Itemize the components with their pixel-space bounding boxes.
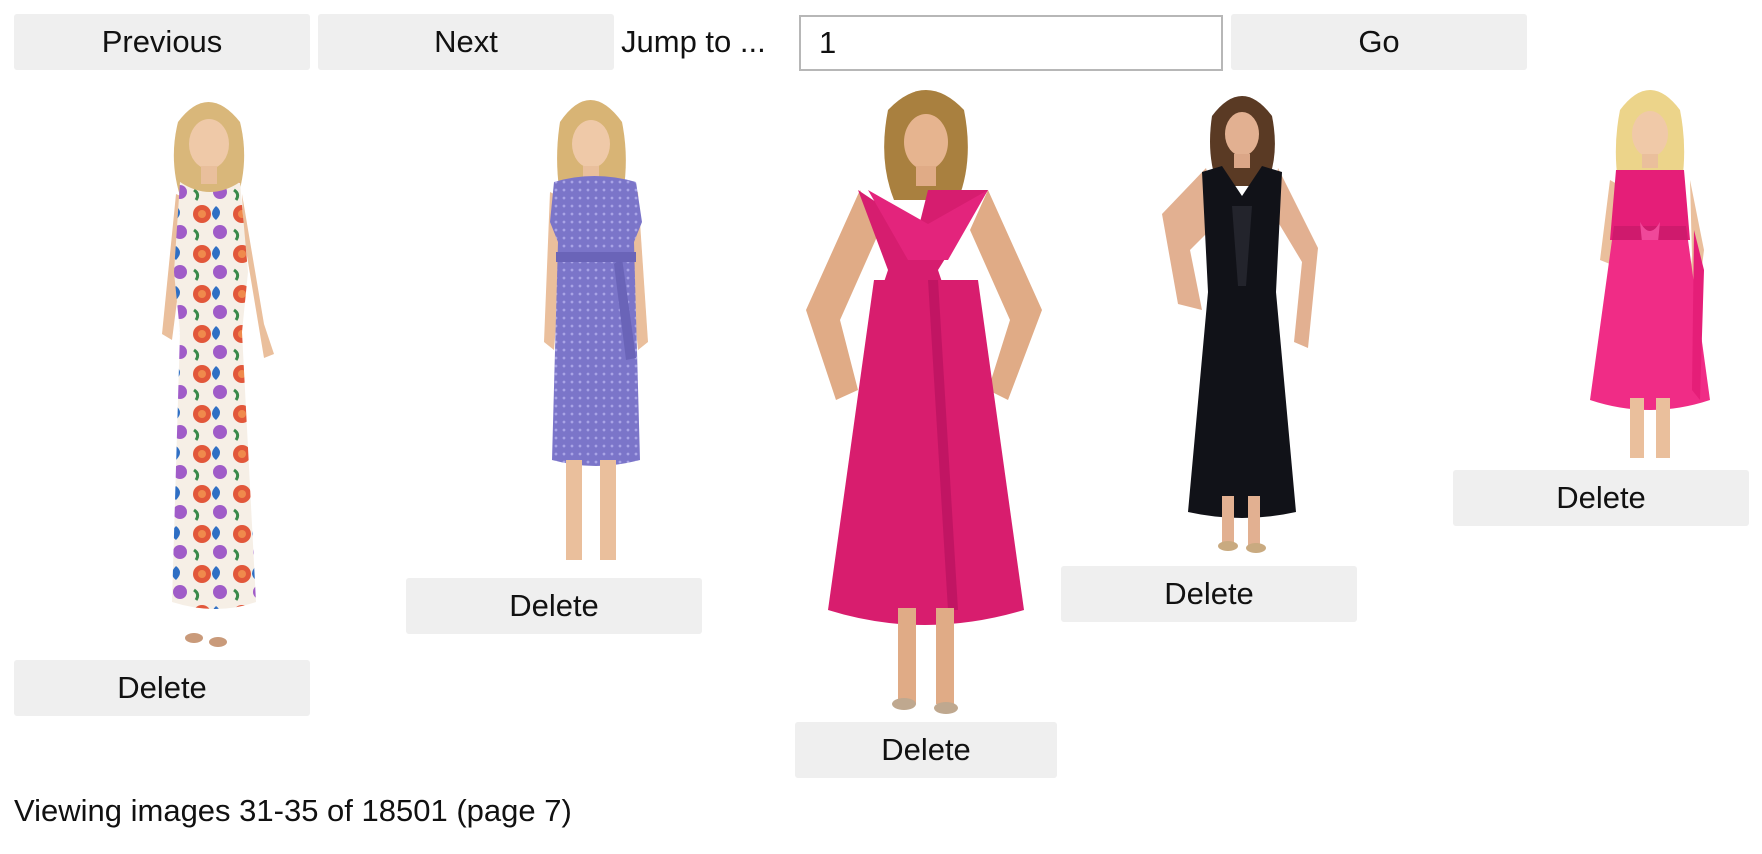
product-image-hot-pink-chiffon-dress (1590, 80, 1710, 462)
next-button[interactable]: Next (318, 14, 614, 70)
product-image-fuchsia-halter-dress (798, 80, 1050, 714)
image-review-page: Previous Next Jump to ... Go (0, 0, 1762, 854)
page-number-input[interactable] (799, 15, 1223, 71)
delete-button[interactable]: Delete (406, 578, 702, 634)
product-image-lavender-wrap-dress (520, 82, 670, 568)
delete-button[interactable]: Delete (1453, 470, 1749, 526)
delete-button[interactable]: Delete (795, 722, 1057, 778)
delete-button[interactable]: Delete (1061, 566, 1357, 622)
jump-to-label: Jump to ... (621, 24, 766, 59)
delete-button[interactable]: Delete (14, 660, 310, 716)
previous-button[interactable]: Previous (14, 14, 310, 70)
product-image-black-halter-dress (1156, 86, 1324, 554)
product-image-floral-maxi-dress (110, 82, 310, 654)
pagination-status: Viewing images 31-35 of 18501 (page 7) (14, 793, 572, 828)
go-button[interactable]: Go (1231, 14, 1527, 70)
